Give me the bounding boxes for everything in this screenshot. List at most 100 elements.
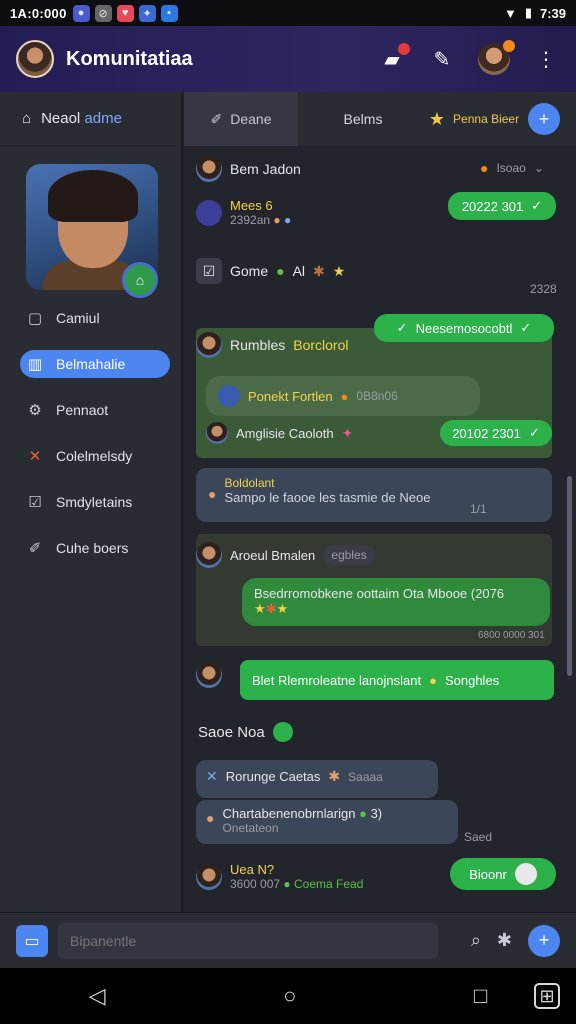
profile-badge bbox=[503, 40, 515, 52]
message-bubble[interactable]: Bsedrromobkene oottaim Ota Mbooe (2076 ★… bbox=[242, 578, 550, 626]
attachment-folder-button[interactable]: ▭ bbox=[16, 924, 48, 957]
sidebar-item-0[interactable]: ▢ Camiul bbox=[20, 304, 170, 332]
card-content: ● Chartabenenobrnlarign ● 3) Onetateon bbox=[206, 806, 382, 835]
chat-header-meta-text: Isoao bbox=[496, 161, 526, 175]
brush-icon: ✐ bbox=[210, 110, 223, 127]
message-name: Amglisie Caoloth bbox=[236, 425, 334, 441]
card-content: ✕ Rorunge Caetas ✱ Saaaa bbox=[206, 768, 383, 785]
status-icons: ● ⊘ ♥ ✦ ▪ bbox=[72, 4, 178, 22]
message-title: Boldolant bbox=[224, 476, 275, 490]
timestamp: 1/1 bbox=[470, 502, 487, 516]
card-name: Rorunge Caetas bbox=[225, 769, 321, 784]
avatar[interactable] bbox=[196, 542, 222, 568]
puzzle-icon[interactable]: ✱ bbox=[497, 930, 512, 951]
toggle-knob-icon bbox=[514, 863, 537, 885]
tab-label: Deane bbox=[230, 111, 272, 127]
chat-header-name: Bem Jadon bbox=[230, 161, 301, 177]
profile-hair bbox=[48, 170, 138, 222]
status-badge-text: 20222 301 bbox=[461, 198, 524, 214]
avatar[interactable] bbox=[196, 662, 222, 688]
message-text: Bsedrromobkene oottaim Ota Mbooe (2076 bbox=[254, 586, 505, 601]
game-icon: ✦ bbox=[138, 4, 156, 22]
avatar[interactable] bbox=[196, 199, 222, 226]
list-item: Amglisie Caoloth ✦ bbox=[206, 422, 353, 444]
card-text: Chartabenenobrnlarign bbox=[222, 806, 356, 821]
star-icon: ★ bbox=[428, 109, 446, 129]
recents-icon[interactable]: □ bbox=[474, 983, 487, 1009]
chat-notification-button[interactable]: ▰ bbox=[378, 43, 410, 73]
tab-0[interactable]: ✐ Deane bbox=[184, 92, 298, 146]
message-name: Aroeul Bmalen bbox=[230, 547, 316, 563]
home-icon[interactable]: ○ bbox=[283, 983, 296, 1009]
sidebar: ⌂ Neaol adme ⌂ ▢ Camiul ▥ Belmahalie ⚙ Penn… bbox=[0, 92, 182, 912]
edit-button[interactable]: ✎ bbox=[428, 45, 456, 73]
check-icon: ✓ bbox=[396, 320, 408, 335]
sword-icon: ✕ bbox=[28, 448, 42, 465]
tab-label: Belms bbox=[343, 111, 383, 127]
app-bar: Komunitatiaa ▰ ✎ ⋮ bbox=[0, 26, 576, 92]
section-title: Saoe Noa bbox=[198, 723, 265, 741]
message-input[interactable] bbox=[58, 922, 438, 959]
status-badge[interactable]: 20102 2301 ✓ bbox=[440, 420, 552, 446]
community-avatar[interactable] bbox=[16, 40, 54, 78]
status-bar: 1A:0:000 ● ⊘ ♥ ✦ ▪ ▼ ▮ 7:39 bbox=[0, 0, 576, 26]
section-header: Saoe Noa bbox=[198, 722, 293, 742]
wifi-icon: ▼ bbox=[503, 5, 517, 21]
sidebar-item-label: Colelmelsdy bbox=[56, 448, 133, 464]
status-badge-text: Neesemosocobtl bbox=[415, 320, 513, 336]
pencil-icon: ✎ bbox=[433, 48, 451, 71]
message-header: Aroeul Bmalen egbles bbox=[196, 542, 375, 568]
brush-icon: ✐ bbox=[28, 540, 42, 557]
add-button[interactable]: + bbox=[528, 924, 560, 957]
sidebar-item-label: Camiul bbox=[56, 310, 100, 326]
screenshot-icon[interactable]: ⊞ bbox=[534, 983, 560, 1009]
status-badge[interactable]: 20222 301 ✓ bbox=[448, 192, 556, 220]
status-badge[interactable]: Bioonr bbox=[450, 858, 556, 890]
check-icon: ✓ bbox=[531, 198, 543, 213]
leaf-icon: ● bbox=[359, 806, 367, 821]
system-nav-bar: ◁ ○ □ ⊞ bbox=[0, 968, 576, 1024]
back-icon[interactable]: ◁ bbox=[89, 983, 106, 1009]
lock-icon: ⌂ bbox=[135, 272, 145, 288]
profile-status-badge[interactable]: ⌂ bbox=[122, 262, 158, 298]
sidebar-item-1[interactable]: ▥ Belmahalie bbox=[20, 350, 170, 378]
profile-avatar-button[interactable] bbox=[478, 40, 515, 75]
status-badge[interactable]: ✓ Neesemosocobtl ✓ bbox=[374, 314, 554, 342]
card-sub: Onetateon bbox=[222, 821, 279, 835]
star-icon: ★ bbox=[254, 601, 266, 616]
list-item[interactable]: Ponekt Fortlen ● 0B8n06 bbox=[206, 376, 480, 416]
sidebar-item-4[interactable]: ☑ Smdyletains bbox=[20, 488, 170, 516]
avatar[interactable] bbox=[206, 422, 228, 444]
tab-label: Penna Bieer bbox=[453, 112, 520, 126]
scrollbar[interactable] bbox=[567, 476, 572, 676]
sidebar-item-3[interactable]: ✕ Colelmelsdy bbox=[20, 442, 170, 470]
fire-icon: ● bbox=[340, 388, 349, 404]
search-icon[interactable]: ⌕ bbox=[471, 930, 481, 951]
avatar bbox=[218, 385, 240, 407]
status-badge[interactable]: Blet Rlemroleatne lanojnslant ● Songhles bbox=[240, 660, 554, 700]
sidebar-item-2[interactable]: ⚙ Pennaot bbox=[20, 396, 170, 424]
sidebar-header-prefix: Neaol bbox=[41, 110, 81, 127]
avatar[interactable] bbox=[196, 863, 222, 890]
check-icon: ✓ bbox=[528, 425, 540, 440]
avatar[interactable] bbox=[196, 156, 222, 182]
star-icon: ★ bbox=[332, 262, 346, 279]
timestamp: 6800 0000 301 bbox=[478, 630, 545, 641]
coin-icon: ● bbox=[208, 486, 217, 502]
timestamp: 2328 bbox=[530, 282, 557, 296]
sidebar-item-label: Cuhe boers bbox=[56, 540, 129, 556]
checkbox-icon[interactable]: ☑ bbox=[196, 258, 222, 284]
battery-icon: ▮ bbox=[524, 5, 532, 20]
sidebar-item-5[interactable]: ✐ Cuhe boers bbox=[20, 534, 170, 562]
message-name: Uea N? bbox=[230, 862, 275, 877]
add-tab-button[interactable]: + bbox=[528, 103, 560, 135]
more-options-button[interactable]: ⋮ bbox=[532, 45, 560, 73]
app-title: Komunitatiaa bbox=[66, 47, 193, 70]
tab-2[interactable]: ★ Penna Bieer bbox=[428, 92, 520, 146]
message-sub: 3600 007 ● Coema Fead bbox=[230, 877, 363, 891]
sidebar-header[interactable]: ⌂ Neaol adme bbox=[0, 92, 181, 146]
avatar[interactable] bbox=[196, 332, 222, 358]
status-time-left: 1A:0:000 bbox=[10, 5, 67, 21]
tab-1[interactable]: Belms bbox=[298, 92, 428, 146]
chevron-down-icon[interactable]: ⌄ bbox=[534, 161, 544, 175]
